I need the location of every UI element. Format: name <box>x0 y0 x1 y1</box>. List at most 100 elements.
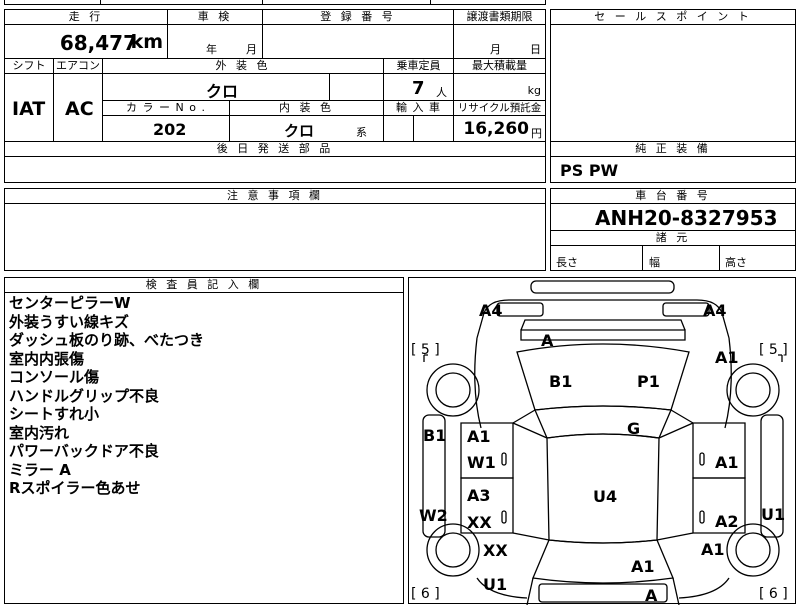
registration-cell <box>262 24 454 59</box>
height-cell: 高さ <box>719 245 796 271</box>
car-diagram-panel: [ 5 ] [ 5 ] [ 6 ] [ 6 ] A4 A4 A A1 B1 P1… <box>408 277 796 605</box>
top-row-remnant <box>4 0 546 5</box>
inspector-note: 外装うすい線キズ <box>9 312 130 331</box>
recycle-header: リサイクル預託金 <box>453 100 546 116</box>
inspector-note: 室内内張傷 <box>9 349 85 368</box>
shift-header: シフト <box>4 58 54 74</box>
transfer-deadline-header: 譲渡書類期限 <box>453 9 546 25</box>
inspector-note: ハンドルグリップ不良 <box>9 386 160 405</box>
damage-label: A1 <box>715 348 739 367</box>
max-load-cell: kg <box>453 73 546 101</box>
capacity-cell: 7 人 <box>383 73 454 101</box>
exterior-color-header: 外 装 色 <box>102 58 384 74</box>
top-row-divider <box>262 0 263 5</box>
interior-color-suffix: 系 <box>356 126 367 139</box>
damage-label: A <box>645 586 658 605</box>
notes-header: 注 意 事 項 欄 <box>4 188 546 204</box>
recycle-cell: 16,260 円 <box>453 115 546 142</box>
damage-label: A3 <box>467 486 491 505</box>
damage-label: U1 <box>761 505 786 524</box>
top-row-divider <box>430 0 431 5</box>
shift-cell: IAT <box>4 73 54 142</box>
shift-value: IAT <box>12 98 46 120</box>
mileage-cell: 68,477 km <box>4 24 168 59</box>
inspector-cell: センターピラーW 外装うすい線キズ ダッシュ板のり跡、べたつき 室内内張傷 コン… <box>4 292 404 604</box>
height-label: 高さ <box>725 256 747 269</box>
registration-header: 登 録 番 号 <box>262 9 454 25</box>
length-label: 長さ <box>556 256 578 269</box>
equipment-value: PS PW <box>560 161 619 180</box>
chassis-value: ANH20-8327953 <box>595 206 778 230</box>
damage-label: A <box>541 331 554 350</box>
exterior-color-extra <box>329 73 384 101</box>
damage-label: XX <box>483 541 508 560</box>
deadline-day-unit: 日 <box>530 43 541 56</box>
mileage-unit: km <box>130 31 163 53</box>
recycle-value: 16,260 <box>463 119 529 139</box>
inspector-note: ダッシュ板のり跡、べたつき <box>9 331 205 349</box>
inspector-note: ミラー A <box>9 460 71 479</box>
chassis-cell: ANH20-8327953 <box>550 203 796 231</box>
color-no-header: カ ラ ー N o . <box>102 100 230 116</box>
width-label: 幅 <box>649 256 660 269</box>
tire-top-left-label: [ 5 ] <box>411 342 440 358</box>
recycle-unit: 円 <box>531 127 542 140</box>
inspector-note: センターピラーW <box>9 294 131 312</box>
damage-label: B1 <box>423 426 447 445</box>
sales-point-cell <box>550 24 796 142</box>
damage-label: A1 <box>701 540 725 559</box>
capacity-value: 7 <box>412 78 425 99</box>
deadline-month-unit: 月 <box>490 43 501 56</box>
damage-label: A1 <box>467 427 491 446</box>
later-parts-cell <box>4 156 546 183</box>
damage-label: U4 <box>593 487 618 506</box>
capacity-unit: 人 <box>436 86 447 99</box>
equipment-header: 純 正 装 備 <box>550 141 796 157</box>
exterior-color-value: クロ <box>206 82 239 101</box>
inspection-year-unit: 年 <box>206 43 217 56</box>
transfer-deadline-cell: 月 日 <box>453 24 546 59</box>
inspector-notes-list: センターピラーW 外装うすい線キズ ダッシュ板のり跡、べたつき 室内内張傷 コン… <box>9 294 204 498</box>
inspection-cell: 年 月 <box>167 24 263 59</box>
damage-label: A4 <box>703 301 727 320</box>
inspector-note: コンソール傷 <box>9 368 100 386</box>
inspection-month-unit: 月 <box>246 43 257 56</box>
damage-label: B1 <box>549 372 573 391</box>
inspector-header: 検 査 員 記 入 欄 <box>4 277 404 293</box>
length-cell: 長さ <box>550 245 643 271</box>
interior-color-value: クロ <box>284 122 315 140</box>
import-cell-b <box>413 115 454 142</box>
later-parts-header: 後 日 発 送 部 品 <box>4 141 546 157</box>
damage-label: A4 <box>479 301 503 320</box>
damage-label: XX <box>467 513 492 532</box>
inspector-note: シートすれ小 <box>9 405 100 423</box>
width-cell: 幅 <box>642 245 720 271</box>
color-no-value: 202 <box>153 120 187 139</box>
dimensions-header: 諸 元 <box>550 230 796 246</box>
import-cell-a <box>383 115 414 142</box>
inspection-header: 車 検 <box>167 9 263 25</box>
damage-label: W2 <box>419 506 448 525</box>
exterior-color-cell: クロ <box>102 73 330 101</box>
import-header: 輸 入 車 <box>383 100 454 116</box>
damage-label: U1 <box>483 575 508 594</box>
notes-cell <box>4 203 546 271</box>
tire-top-right-label: [ 5 ] <box>759 342 788 358</box>
damage-label: A2 <box>715 512 739 531</box>
interior-color-cell: クロ 系 <box>229 115 384 142</box>
sales-point-header: セ ー ル ス ポ イ ン ト <box>550 9 796 25</box>
max-load-header: 最大積載量 <box>453 58 546 74</box>
aircon-header: エアコン <box>53 58 103 74</box>
mileage-value: 68,477 <box>59 31 137 55</box>
damage-label: G <box>627 419 641 438</box>
interior-color-header: 内 装 色 <box>229 100 384 116</box>
top-row-divider <box>100 0 101 5</box>
max-load-unit: kg <box>527 84 541 97</box>
aircon-value: AC <box>65 98 94 120</box>
inspector-note: 室内汚れ <box>9 423 70 442</box>
color-no-cell: 202 <box>102 115 230 142</box>
aircon-cell: AC <box>53 73 103 142</box>
damage-label: A1 <box>631 557 655 576</box>
damage-label: A1 <box>715 453 739 472</box>
inspector-note: Rスポイラー色あせ <box>9 479 141 497</box>
